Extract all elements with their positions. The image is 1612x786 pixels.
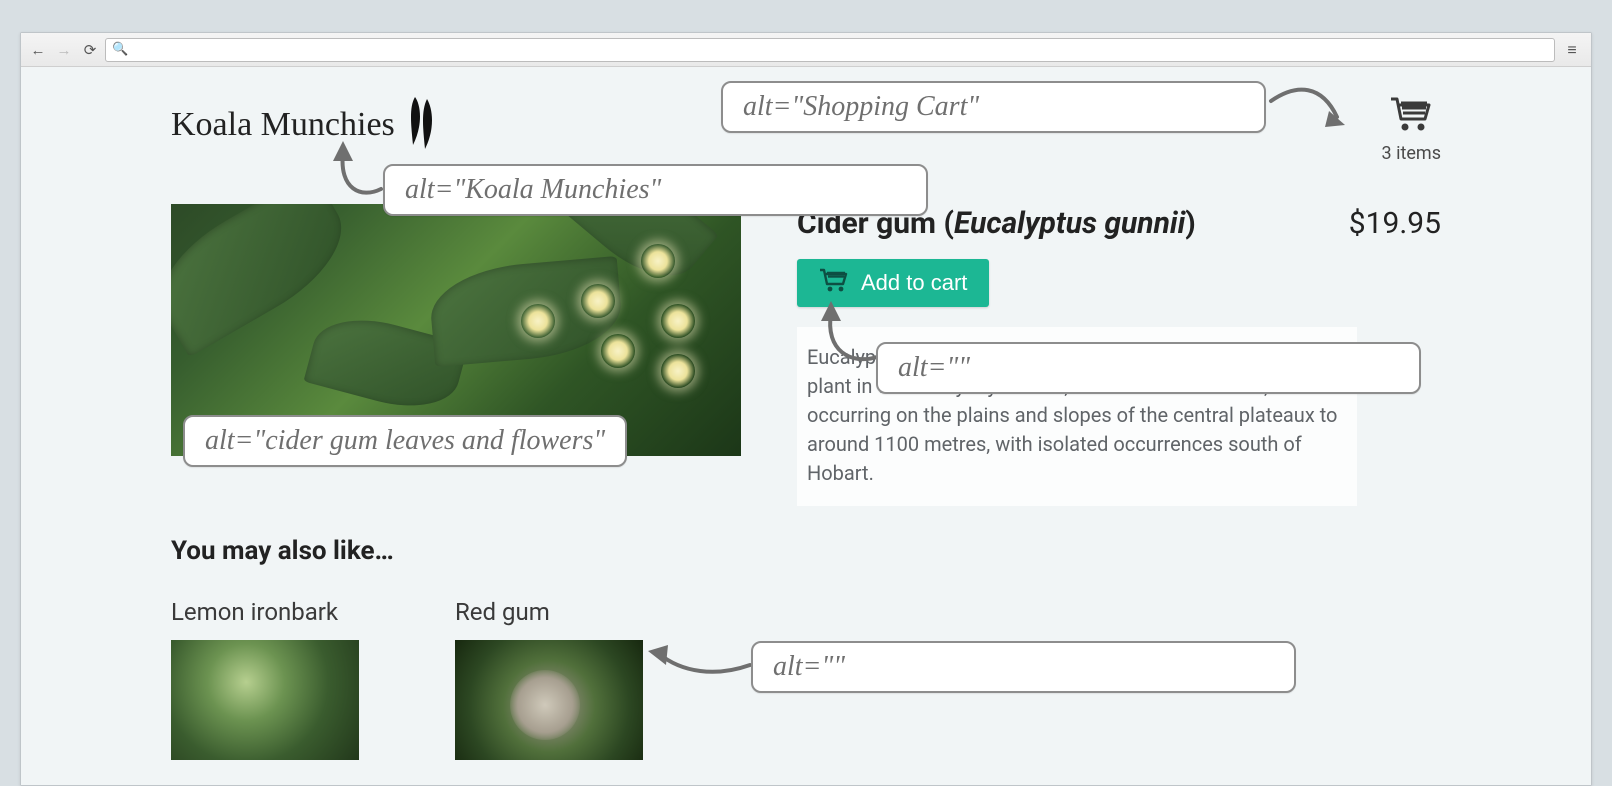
product-price: $19.95	[1349, 206, 1441, 241]
browser-menu-button[interactable]: ≡	[1559, 39, 1585, 61]
leaf-icon	[401, 95, 441, 155]
cart-icon	[819, 267, 849, 299]
annotation-shopping-cart-alt: alt="Shopping Cart"	[721, 81, 1266, 133]
related-item-name: Lemon ironbark	[171, 598, 359, 626]
page-viewport: Koala Munchies	[21, 67, 1591, 785]
browser-toolbar: ← → ⟳ 🔍 ≡	[21, 33, 1591, 67]
related-item-name: Red gum	[455, 598, 643, 626]
related-heading: You may also like…	[171, 536, 1441, 566]
related-item-image	[171, 640, 359, 760]
reload-button[interactable]: ⟳	[79, 39, 101, 61]
forward-button[interactable]: →	[53, 39, 75, 61]
annotation-hero-alt: alt="cider gum leaves and flowers"	[183, 415, 627, 467]
annotation-related-img-alt: alt=""	[751, 641, 1296, 693]
related-item-image	[455, 640, 643, 760]
url-bar[interactable]: 🔍	[105, 38, 1555, 62]
annotation-button-icon-alt: alt=""	[876, 342, 1421, 394]
annotation-arrow	[321, 139, 391, 209]
related-item-red-gum[interactable]: Red gum	[455, 598, 643, 760]
site-logo[interactable]: Koala Munchies	[171, 95, 441, 155]
product-title-post: )	[1185, 206, 1196, 241]
product-title-scientific: Eucalyptus gunnii	[954, 206, 1185, 241]
cart-icon	[1389, 95, 1433, 137]
add-to-cart-label: Add to cart	[861, 270, 967, 296]
annotation-arrow	[646, 637, 756, 687]
cart-count-label: 3 items	[1382, 143, 1441, 164]
search-icon: 🔍	[112, 42, 128, 57]
browser-window: ← → ⟳ 🔍 ≡ Koala Munchies	[20, 32, 1592, 786]
related-item-lemon-ironbark[interactable]: Lemon ironbark	[171, 598, 359, 760]
shopping-cart[interactable]: 3 items	[1382, 95, 1441, 164]
back-button[interactable]: ←	[27, 39, 49, 61]
annotation-logo-alt: alt="Koala Munchies"	[383, 164, 928, 216]
annotation-arrow	[1267, 77, 1347, 137]
